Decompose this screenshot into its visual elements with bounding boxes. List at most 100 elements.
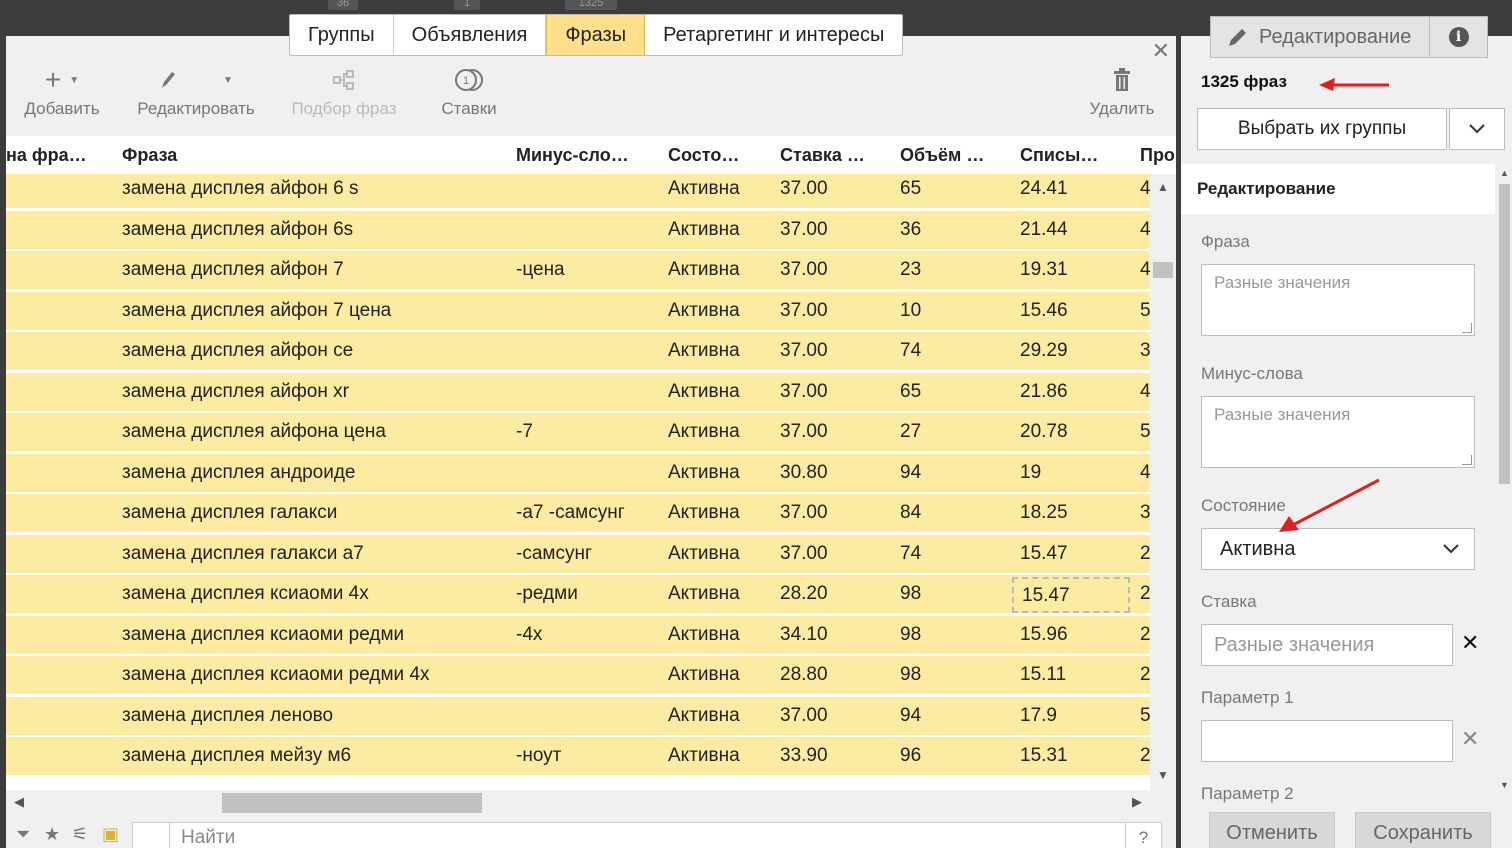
minus-words-field[interactable]: Разные значения [1201,396,1475,468]
charge-cell[interactable]: 21.86 [1020,373,1068,411]
bid-cell[interactable]: 34.10 [780,616,828,654]
col-header-state[interactable]: Состо… [668,136,758,174]
extra-cell[interactable]: 2 [1140,616,1150,654]
volume-cell[interactable]: 27 [900,413,921,451]
col-header-minus-words[interactable]: Минус-сло… [516,136,646,174]
state-cell[interactable]: Активна [668,454,740,492]
extra-cell[interactable]: 3 [1140,332,1150,370]
phrase-cell[interactable]: замена дисплея айфона цена [122,413,386,451]
phrase-cell[interactable]: замена дисплея ксиаоми 4х [122,575,369,613]
resize-handle-icon[interactable] [1462,323,1472,333]
tab-groups[interactable]: Группы [290,15,394,55]
scroll-thumb[interactable] [1153,262,1173,278]
volume-cell[interactable]: 94 [900,697,921,735]
volume-cell[interactable]: 94 [900,454,921,492]
charge-cell[interactable]: 15.47 [1012,577,1130,613]
charge-cell[interactable]: 15.47 [1020,535,1068,573]
bid-cell[interactable]: 37.00 [780,697,828,735]
charge-cell[interactable]: 15.31 [1020,737,1068,775]
state-cell[interactable]: Активна [668,292,740,330]
select-groups-button[interactable]: Выбрать их группы [1197,108,1447,150]
state-cell[interactable]: Активна [668,575,740,613]
extra-cell[interactable]: 5 [1140,413,1150,451]
volume-cell[interactable]: 96 [900,737,921,775]
table-row[interactable]: замена дисплея айфон 6s Активна 37.00 36 21.… [6,210,1150,251]
charge-cell[interactable]: 19.31 [1020,251,1068,289]
scroll-thumb[interactable] [1499,184,1510,484]
bid-cell[interactable]: 37.00 [780,373,828,411]
wand-icon[interactable]: ⚟ [72,824,88,845]
phrase-cell[interactable]: замена дисплея мейзу м6 [122,737,351,775]
scroll-up-icon[interactable]: ▲ [1500,168,1509,178]
charge-cell[interactable]: 15.96 [1020,616,1068,654]
col-header-extra[interactable]: Про [1140,136,1176,174]
volume-cell[interactable]: 65 [900,174,921,208]
minus-words-cell[interactable]: -редми [516,575,578,613]
charge-cell[interactable]: 24.41 [1020,174,1068,208]
charge-cell[interactable]: 19 [1020,454,1041,492]
state-cell[interactable]: Активна [668,373,740,411]
state-cell[interactable]: Активна [668,697,740,735]
state-cell[interactable]: Активна [668,737,740,775]
phrase-cell[interactable]: замена дисплея айфон 7 [122,251,344,289]
pick-phrases-button[interactable]: Подбор фраз [288,64,400,122]
state-cell[interactable]: Активна [668,413,740,451]
state-cell[interactable]: Активна [668,616,740,654]
phrase-cell[interactable]: замена дисплея айфон xr [122,373,349,411]
charge-cell[interactable]: 20.78 [1020,413,1068,451]
close-icon[interactable]: ✕ [1152,40,1170,62]
bid-cell[interactable]: 28.20 [780,575,828,613]
phrase-cell[interactable]: замена дисплея андроиде [122,454,356,492]
phrase-cell[interactable]: замена дисплея леново [122,697,333,735]
state-cell[interactable]: Активна [668,494,740,532]
volume-cell[interactable]: 74 [900,535,921,573]
search-input[interactable] [181,825,1081,848]
bid-cell[interactable]: 30.80 [780,454,828,492]
charge-cell[interactable]: 29.29 [1020,332,1068,370]
table-row[interactable]: замена дисплея андроиде Активна 30.80 94 19 4 [6,453,1150,494]
filter-icon[interactable]: ⏷ [16,824,30,845]
star-icon[interactable]: ★ [44,824,60,845]
col-header-charge[interactable]: Списы… [1020,136,1120,174]
bid-cell[interactable]: 37.00 [780,535,828,573]
phrase-cell[interactable]: замена дисплея айфон се [122,332,353,370]
table-row[interactable]: замена дисплея галакси -а7 -самсунг Активн… [6,494,1150,534]
col-header-volume[interactable]: Объём … [900,136,1000,174]
cancel-button[interactable]: Отменить [1209,812,1335,848]
minus-words-cell[interactable]: -ноут [516,737,561,775]
volume-cell[interactable]: 23 [900,251,921,289]
table-row[interactable]: замена дисплея айфон xr Активна 37.00 65 21.… [6,372,1150,413]
bid-cell[interactable]: 33.90 [780,737,828,775]
edit-button[interactable]: ▼ Редактировать [132,64,260,122]
volume-cell[interactable]: 36 [900,211,921,249]
extra-cell[interactable]: 4 [1140,454,1150,492]
bid-cell[interactable]: 37.00 [780,211,828,249]
phrase-cell[interactable]: замена дисплея галакси [122,494,337,532]
tab-phrases[interactable]: Фразы [546,15,646,55]
phrase-cell[interactable]: замена дисплея айфон 6 s [122,174,358,208]
bid-cell[interactable]: 37.00 [780,251,828,289]
bid-input[interactable]: Разные значения [1201,624,1453,666]
bid-cell[interactable]: 37.00 [780,292,828,330]
volume-cell[interactable]: 84 [900,494,921,532]
tab-editing[interactable]: Редактирование [1211,17,1429,57]
table-horizontal-scrollbar[interactable]: ◀ ▶ [6,790,1150,816]
bid-cell[interactable]: 37.00 [780,174,828,208]
param1-input[interactable] [1201,720,1453,762]
minus-words-cell[interactable]: -7 [516,413,533,451]
scroll-up-icon[interactable]: ▲ [1157,180,1169,194]
table-row[interactable]: замена дисплея ксиаоми редми 4х Активна 28… [6,656,1150,696]
table-row[interactable]: замена дисплея айфон 7 цена Активна 37.00 1… [6,291,1150,332]
phrase-cell[interactable]: замена дисплея айфон 7 цена [122,292,391,330]
minus-words-cell[interactable]: -4х [516,616,542,654]
phrase-cell[interactable]: замена дисплея айфон 6s [122,211,353,249]
charge-cell[interactable]: 15.46 [1020,292,1068,330]
phrase-cell[interactable]: замена дисплея ксиаоми редми [122,616,404,654]
tab-retargeting[interactable]: Ретаргетинг и интересы [645,15,902,55]
state-cell[interactable]: Активна [668,251,740,289]
add-button[interactable]: + ▼ Добавить [20,64,104,122]
volume-cell[interactable]: 98 [900,616,921,654]
phrase-cell[interactable]: замена дисплея ксиаоми редми 4х [122,656,430,694]
state-cell[interactable]: Активна [668,332,740,370]
extra-cell[interactable]: 2 [1140,737,1150,775]
